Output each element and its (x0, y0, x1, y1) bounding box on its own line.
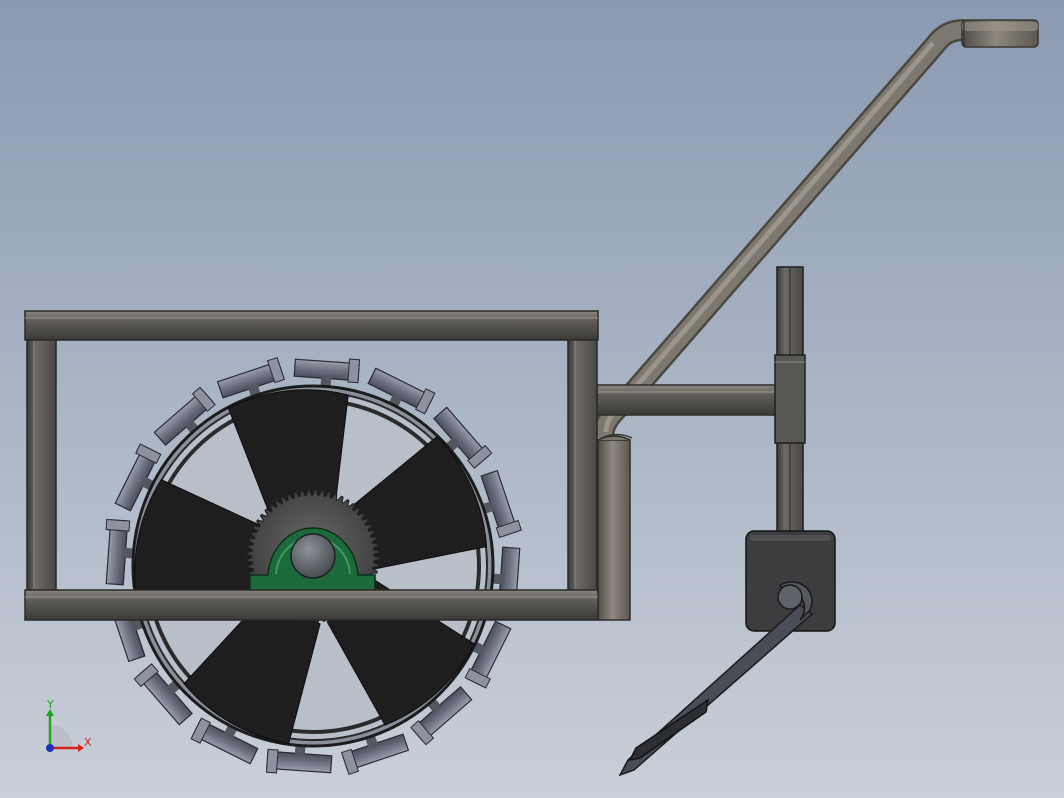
frame-bottom[interactable] (24, 589, 599, 621)
x-axis-label: X (84, 736, 92, 749)
y-axis-label: Y (46, 698, 54, 711)
axle-hub[interactable] (290, 533, 336, 579)
frame-top-rail[interactable] (24, 310, 599, 341)
frame-left-post[interactable] (26, 337, 57, 593)
cad-viewport[interactable]: X Y (0, 0, 1064, 798)
frame-bottom-rail[interactable] (24, 589, 599, 621)
frame-right-post[interactable] (567, 337, 598, 593)
dispenser-sleeve[interactable] (774, 354, 806, 444)
opener-pivot[interactable] (777, 584, 803, 610)
seeder-arm[interactable] (596, 384, 780, 416)
z-axis-point (46, 744, 54, 752)
vertical-support-tube[interactable] (597, 435, 631, 621)
